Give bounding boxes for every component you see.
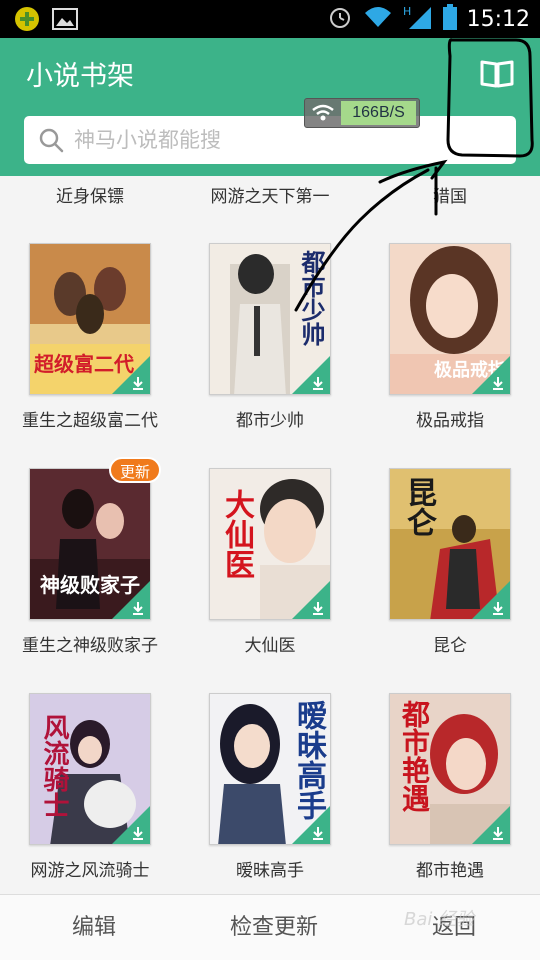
page-title: 小说书架: [26, 61, 134, 92]
cover-title: 昆仑: [401, 477, 436, 537]
cover-title: 都市少帅: [297, 250, 326, 346]
book-title[interactable]: 都市艳遇: [380, 860, 520, 882]
book-cover[interactable]: 昆仑: [389, 468, 511, 620]
cover-title: 都市艳遇: [398, 700, 431, 812]
book-title[interactable]: 暧昧高手: [200, 860, 340, 882]
bottom-action-bar: 编辑 检查更新 返回 Bai 经验: [0, 894, 540, 960]
clock: 15:12: [466, 6, 530, 32]
download-icon: [493, 377, 503, 390]
book-title[interactable]: 昆仑: [380, 635, 520, 657]
bookshelf-button[interactable]: [476, 56, 518, 90]
network-speed-overlay: 166B/S: [304, 98, 420, 128]
speed-value: 166B/S: [341, 101, 416, 125]
book-cover[interactable]: 都市少帅: [209, 243, 331, 395]
edit-button[interactable]: 编辑: [4, 895, 184, 960]
app-notification-icon: [14, 6, 40, 36]
partial-book-row: 近身保镖 网游之天下第一 猎国: [0, 176, 540, 226]
download-icon: [493, 602, 503, 615]
update-badge: 更新: [109, 457, 161, 483]
open-book-icon: [480, 60, 514, 88]
book-cover[interactable]: 都市艳遇: [389, 693, 511, 845]
wifi-icon: [312, 104, 334, 121]
book-title[interactable]: 网游之风流骑士: [20, 860, 160, 882]
search-bar[interactable]: [24, 116, 516, 164]
book-cover[interactable]: 神级败家子: [29, 468, 151, 620]
cover-title: 风流骑士: [39, 714, 69, 818]
download-icon: [493, 827, 503, 840]
svg-text:H: H: [403, 5, 411, 18]
wifi-icon: [363, 5, 393, 33]
check-update-button[interactable]: 检查更新: [184, 895, 364, 960]
bookshelf-grid[interactable]: 近身保镖 网游之天下第一 猎国 超级富二代 重生之超级富二代 都市少帅 都市少帅…: [0, 176, 540, 894]
book-title[interactable]: 重生之神级败家子: [20, 635, 160, 657]
status-bar: H 15:12: [0, 0, 540, 38]
image-notification-icon: [52, 7, 78, 35]
book-title[interactable]: 大仙医: [200, 635, 340, 657]
book-cover[interactable]: 大仙医: [209, 468, 331, 620]
cover-title: 暧昧高手: [291, 700, 326, 820]
book-title[interactable]: 猎国: [380, 186, 520, 208]
download-icon: [313, 827, 323, 840]
alarm-icon: [327, 4, 353, 34]
book-title[interactable]: 近身保镖: [20, 186, 160, 208]
watermark: Bai 经验: [404, 909, 475, 930]
signal-icon: H: [403, 4, 433, 34]
search-input[interactable]: [74, 116, 494, 164]
book-title[interactable]: 都市少帅: [200, 410, 340, 432]
search-icon: [39, 128, 64, 153]
book-cover[interactable]: 超级富二代: [29, 243, 151, 395]
cover-title: 大仙医: [219, 489, 254, 579]
download-icon: [313, 602, 323, 615]
book-title[interactable]: 网游之天下第一: [200, 186, 340, 208]
app-header: 小说书架: [0, 38, 540, 176]
download-icon: [313, 377, 323, 390]
book-cover[interactable]: 风流骑士: [29, 693, 151, 845]
book-title[interactable]: 极品戒指: [380, 410, 520, 432]
download-icon: [133, 602, 143, 615]
battery-icon: [442, 4, 457, 34]
book-title[interactable]: 重生之超级富二代: [20, 410, 160, 432]
download-icon: [133, 827, 143, 840]
book-cover[interactable]: 极品戒指: [389, 243, 511, 395]
download-icon: [133, 377, 143, 390]
book-cover[interactable]: 暧昧高手: [209, 693, 331, 845]
